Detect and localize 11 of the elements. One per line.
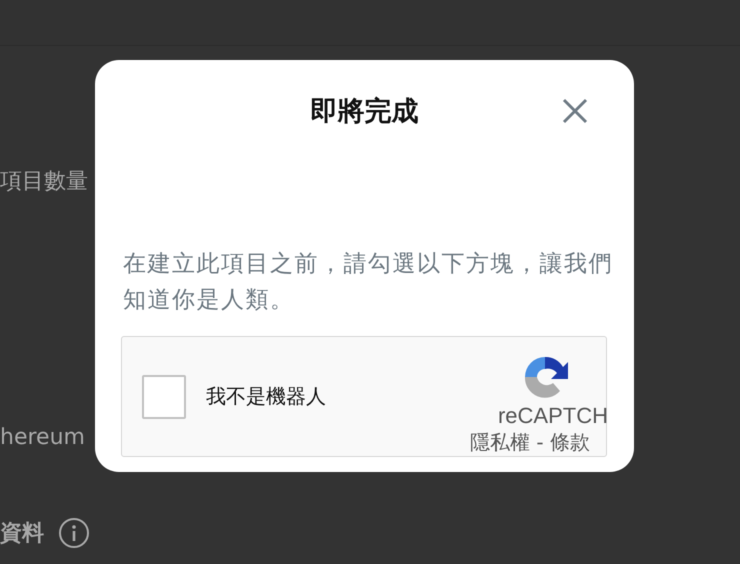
dialog-title: 即將完成 — [310, 95, 418, 129]
privacy-terms-link[interactable]: 隱私權 - 條款 — [470, 429, 590, 456]
background-label: 項目數量 — [0, 168, 88, 196]
dialog-message: 在建立此項目之前，請勾選以下方塊，讓我們知道你是人類。 — [123, 250, 613, 315]
close-button[interactable] — [560, 96, 590, 126]
background-label: hereum — [0, 424, 85, 452]
checkbox-label: 我不是機器人 — [206, 383, 326, 410]
info-icon[interactable] — [58, 517, 90, 549]
brand-text: reCAPTCH — [498, 403, 608, 429]
section-heading: 資料 — [0, 520, 44, 548]
captcha-checkbox[interactable] — [142, 374, 186, 418]
